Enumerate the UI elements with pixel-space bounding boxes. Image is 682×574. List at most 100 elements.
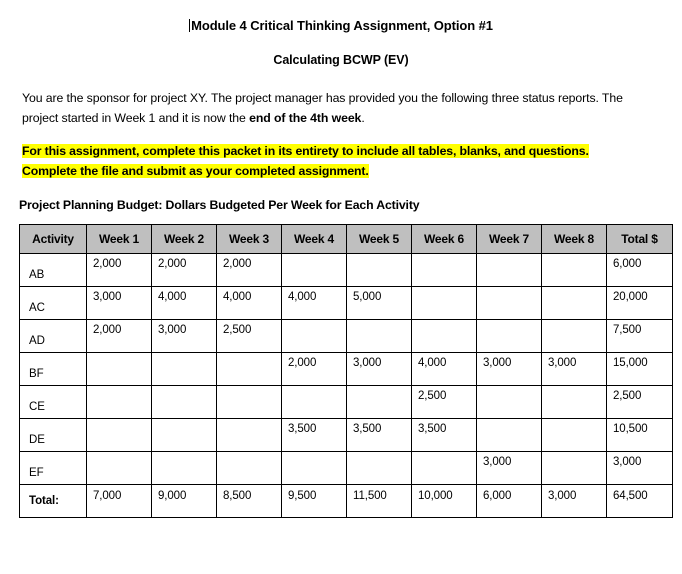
row-total-cell[interactable]: 3,000 [606, 451, 673, 485]
column-header-week-7: Week 7 [476, 224, 542, 254]
budget-cell[interactable] [541, 319, 607, 353]
total-cell[interactable]: 9,500 [281, 484, 347, 518]
table-caption: Project Planning Budget: Dollars Budgete… [19, 198, 420, 212]
row-total-cell[interactable]: 6,000 [606, 253, 673, 287]
budget-cell[interactable]: 2,000 [86, 319, 152, 353]
row-total-cell[interactable]: 2,500 [606, 385, 673, 419]
budget-cell[interactable] [541, 286, 607, 320]
budget-cell[interactable]: 4,000 [411, 352, 477, 386]
budget-cell[interactable] [216, 451, 282, 485]
budget-cell[interactable]: 3,000 [346, 352, 412, 386]
budget-cell[interactable] [541, 385, 607, 419]
budget-cell[interactable] [346, 253, 412, 287]
budget-cell[interactable]: 3,000 [476, 451, 542, 485]
column-header-week-6: Week 6 [411, 224, 477, 254]
budget-cell[interactable] [541, 418, 607, 452]
budget-cell[interactable]: 5,000 [346, 286, 412, 320]
table-row: BF 2,000 3,000 4,000 3,000 3,000 15,000 [19, 352, 673, 386]
table-row: CE 2,500 2,500 [19, 385, 673, 419]
total-cell[interactable]: 9,000 [151, 484, 217, 518]
budget-cell[interactable] [151, 352, 217, 386]
table-row: EF 3,000 3,000 [19, 451, 673, 485]
row-total-cell[interactable]: 10,500 [606, 418, 673, 452]
intro-text-bold: end of the 4th week [249, 111, 362, 125]
column-header-week-5: Week 5 [346, 224, 412, 254]
project-planning-budget-table: Activity Week 1 Week 2 Week 3 Week 4 Wee… [19, 224, 673, 518]
budget-table-container: Activity Week 1 Week 2 Week 3 Week 4 Wee… [0, 213, 682, 518]
budget-cell[interactable] [541, 451, 607, 485]
budget-cell[interactable] [281, 253, 347, 287]
budget-cell[interactable] [281, 319, 347, 353]
budget-cell[interactable]: 3,500 [281, 418, 347, 452]
budget-cell[interactable] [476, 253, 542, 287]
table-header: Activity Week 1 Week 2 Week 3 Week 4 Wee… [19, 224, 673, 254]
budget-cell[interactable]: 2,000 [281, 352, 347, 386]
budget-cell[interactable]: 2,000 [86, 253, 152, 287]
total-cell[interactable]: 8,500 [216, 484, 282, 518]
budget-cell[interactable]: 4,000 [281, 286, 347, 320]
budget-cell[interactable] [86, 385, 152, 419]
table-row: DE 3,500 3,500 3,500 10,500 [19, 418, 673, 452]
budget-cell[interactable] [281, 385, 347, 419]
budget-cell[interactable] [346, 319, 412, 353]
budget-cell[interactable]: 2,000 [151, 253, 217, 287]
budget-cell[interactable] [151, 451, 217, 485]
budget-cell[interactable]: 4,000 [151, 286, 217, 320]
budget-cell[interactable]: 2,500 [411, 385, 477, 419]
grand-total-cell[interactable]: 64,500 [606, 484, 673, 518]
total-cell[interactable]: 3,000 [541, 484, 607, 518]
column-header-week-8: Week 8 [541, 224, 607, 254]
budget-cell[interactable]: 3,000 [151, 319, 217, 353]
highlight-line-2: Complete the file and submit as your com… [22, 164, 369, 178]
budget-cell[interactable] [216, 418, 282, 452]
row-total-cell[interactable]: 7,500 [606, 319, 673, 353]
activity-label: BF [19, 352, 87, 386]
budget-cell[interactable] [476, 319, 542, 353]
budget-cell[interactable]: 2,500 [216, 319, 282, 353]
column-header-week-3: Week 3 [216, 224, 282, 254]
column-header-total: Total $ [606, 224, 673, 254]
table-row: AB 2,000 2,000 2,000 6,000 [19, 253, 673, 287]
activity-label: AD [19, 319, 87, 353]
column-header-week-1: Week 1 [86, 224, 152, 254]
budget-cell[interactable] [151, 385, 217, 419]
document-title: Module 4 Critical Thinking Assignment, O… [0, 0, 682, 34]
budget-cell[interactable] [476, 418, 542, 452]
budget-cell[interactable] [216, 352, 282, 386]
budget-cell[interactable]: 3,500 [411, 418, 477, 452]
document-page: Module 4 Critical Thinking Assignment, O… [0, 0, 682, 574]
budget-cell[interactable] [86, 352, 152, 386]
column-header-week-4: Week 4 [281, 224, 347, 254]
budget-cell[interactable] [411, 286, 477, 320]
total-cell[interactable]: 11,500 [346, 484, 412, 518]
budget-cell[interactable] [346, 385, 412, 419]
budget-cell[interactable]: 3,000 [86, 286, 152, 320]
budget-cell[interactable] [541, 253, 607, 287]
row-total-cell[interactable]: 15,000 [606, 352, 673, 386]
total-cell[interactable]: 10,000 [411, 484, 477, 518]
budget-cell[interactable] [476, 286, 542, 320]
total-cell[interactable]: 7,000 [86, 484, 152, 518]
budget-cell[interactable]: 3,000 [476, 352, 542, 386]
budget-cell[interactable] [346, 451, 412, 485]
budget-cell[interactable]: 4,000 [216, 286, 282, 320]
column-header-activity: Activity [19, 224, 87, 254]
budget-cell[interactable]: 3,000 [541, 352, 607, 386]
activity-label: DE [19, 418, 87, 452]
budget-cell[interactable]: 3,500 [346, 418, 412, 452]
budget-cell[interactable] [86, 451, 152, 485]
budget-cell[interactable] [411, 451, 477, 485]
budget-cell[interactable] [216, 385, 282, 419]
budget-cell[interactable] [411, 253, 477, 287]
total-cell[interactable]: 6,000 [476, 484, 542, 518]
budget-cell[interactable] [151, 418, 217, 452]
highlighted-instructions: For this assignment, complete this packe… [0, 128, 682, 181]
budget-cell[interactable]: 2,000 [216, 253, 282, 287]
budget-cell[interactable] [411, 319, 477, 353]
budget-cell[interactable] [86, 418, 152, 452]
row-total-cell[interactable]: 20,000 [606, 286, 673, 320]
budget-cell[interactable] [281, 451, 347, 485]
budget-cell[interactable] [476, 385, 542, 419]
column-header-week-2: Week 2 [151, 224, 217, 254]
table-total-row: Total: 7,000 9,000 8,500 9,500 11,500 10… [19, 484, 673, 518]
